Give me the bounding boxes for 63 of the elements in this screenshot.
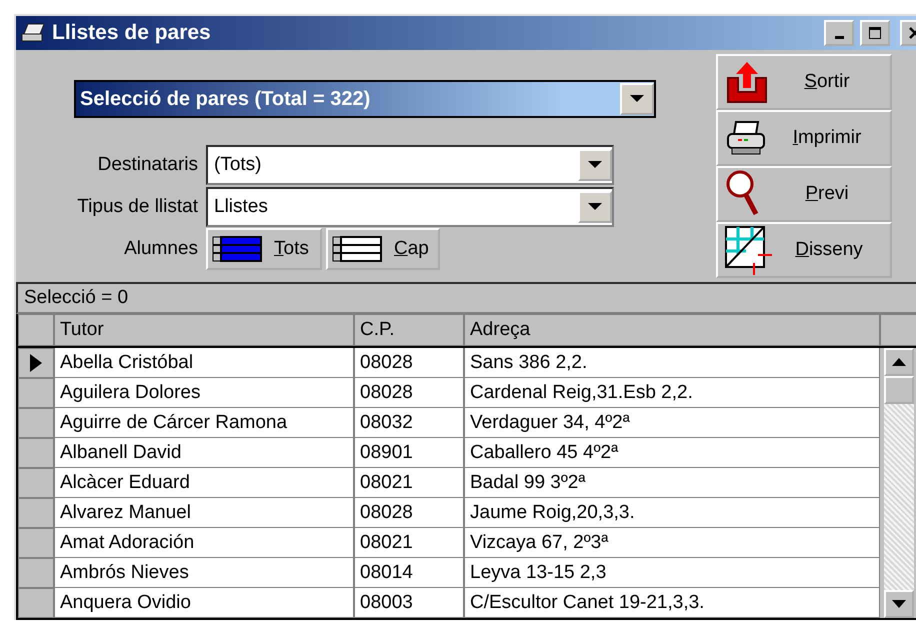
table-cell: Anquera Ovidio bbox=[54, 588, 354, 618]
table-cell: Abella Cristóbal bbox=[54, 348, 354, 378]
scrollbar-thumb[interactable] bbox=[884, 376, 914, 404]
maximize-icon bbox=[868, 26, 882, 40]
table-cell: Ambrós Nieves bbox=[54, 558, 354, 588]
minimize-icon bbox=[834, 36, 844, 38]
window-title: Llistes de pares bbox=[52, 21, 211, 45]
minimize-button[interactable] bbox=[824, 20, 854, 46]
layout-design-icon bbox=[724, 225, 774, 275]
printer-icon bbox=[20, 22, 46, 44]
dropdown-arrow-icon bbox=[630, 95, 644, 103]
table-cell: Jaume Roig,20,3,3. bbox=[464, 498, 880, 528]
field-label: Alumnes bbox=[123, 238, 199, 260]
table-cell: 08003 bbox=[354, 588, 464, 618]
design-button[interactable]: Disseny bbox=[716, 222, 892, 278]
table-cell: 08014 bbox=[354, 558, 464, 588]
vertical-scrollbar[interactable] bbox=[884, 348, 914, 618]
field-label: Tipus de llistat bbox=[76, 196, 199, 218]
maximize-button[interactable] bbox=[860, 20, 890, 46]
dropdown-field[interactable]: Llistes bbox=[206, 187, 614, 227]
exit-button[interactable]: Sortir bbox=[716, 54, 892, 110]
table-cell: Alcàcer Eduard bbox=[54, 468, 354, 498]
status-bar: Selecció = 0 bbox=[16, 282, 916, 314]
selection-dropdown[interactable]: Selecció de pares (Total = 322) bbox=[74, 80, 656, 118]
table-cell: Verdaguer 34, 4º2ª bbox=[464, 408, 880, 438]
table-cell: Albanell David bbox=[54, 438, 354, 468]
field-label: Destinataris bbox=[96, 154, 199, 176]
table-cell: 08021 bbox=[354, 528, 464, 558]
table-cell: 08028 bbox=[354, 378, 464, 408]
row-header-corner bbox=[18, 314, 54, 346]
column-header[interactable]: C.P. bbox=[354, 314, 464, 346]
dropdown-arrow-icon bbox=[588, 161, 602, 169]
select-none-button[interactable]: Cap bbox=[326, 228, 440, 270]
table-cell: 08901 bbox=[354, 438, 464, 468]
table-cell: Sans 386 2,2. bbox=[464, 348, 880, 378]
scroll-up-icon bbox=[892, 358, 906, 366]
column-header[interactable]: Tutor bbox=[54, 314, 354, 346]
table-cell: Leyva 13-15 2,3 bbox=[464, 558, 880, 588]
table-cell: 08028 bbox=[354, 348, 464, 378]
table-cell: Badal 99 3º2ª bbox=[464, 468, 880, 498]
dropdown-arrow-icon bbox=[588, 203, 602, 211]
filled-list-icon bbox=[212, 236, 262, 262]
table-cell: 08021 bbox=[354, 468, 464, 498]
table-cell: Alvarez Manuel bbox=[54, 498, 354, 528]
select-all-button[interactable]: Tots bbox=[206, 228, 322, 270]
column-header[interactable]: Adreça bbox=[464, 314, 880, 346]
table-cell: 08032 bbox=[354, 408, 464, 438]
table-cell: Cardenal Reig,31.Esb 2,2. bbox=[464, 378, 880, 408]
table-cell: Caballero 45 4º2ª bbox=[464, 438, 880, 468]
table-cell: Aguilera Dolores bbox=[54, 378, 354, 408]
table-cell: Vizcaya 67, 2º3ª bbox=[464, 528, 880, 558]
scroll-down-icon bbox=[892, 600, 906, 608]
table-cell: Aguirre de Cárcer Ramona bbox=[54, 408, 354, 438]
preview-button[interactable]: Previ bbox=[716, 166, 892, 222]
print-button[interactable]: Imprimir bbox=[716, 110, 892, 166]
row-selector[interactable] bbox=[18, 348, 54, 378]
empty-list-icon bbox=[332, 236, 382, 262]
dropdown-field[interactable]: (Tots) bbox=[206, 145, 614, 185]
table-cell: 08028 bbox=[354, 498, 464, 528]
table-cell: C/Escultor Canet 19-21,3,3. bbox=[464, 588, 880, 618]
current-row-arrow-icon bbox=[30, 354, 42, 372]
exit-arrow-icon bbox=[724, 60, 770, 104]
table-cell: Amat Adoración bbox=[54, 528, 354, 558]
